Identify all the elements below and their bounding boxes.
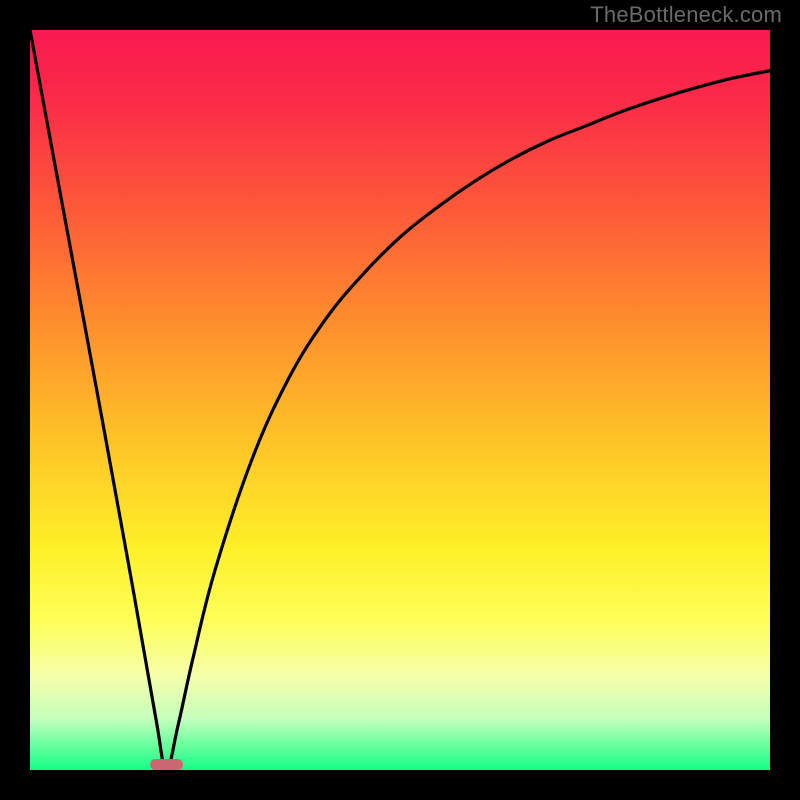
min-marker	[150, 759, 183, 770]
chart-frame: TheBottleneck.com	[0, 0, 800, 800]
plot-area	[30, 30, 770, 770]
attribution-text: TheBottleneck.com	[590, 2, 782, 28]
bottleneck-curve-path	[30, 30, 770, 770]
curve-svg	[30, 30, 770, 770]
